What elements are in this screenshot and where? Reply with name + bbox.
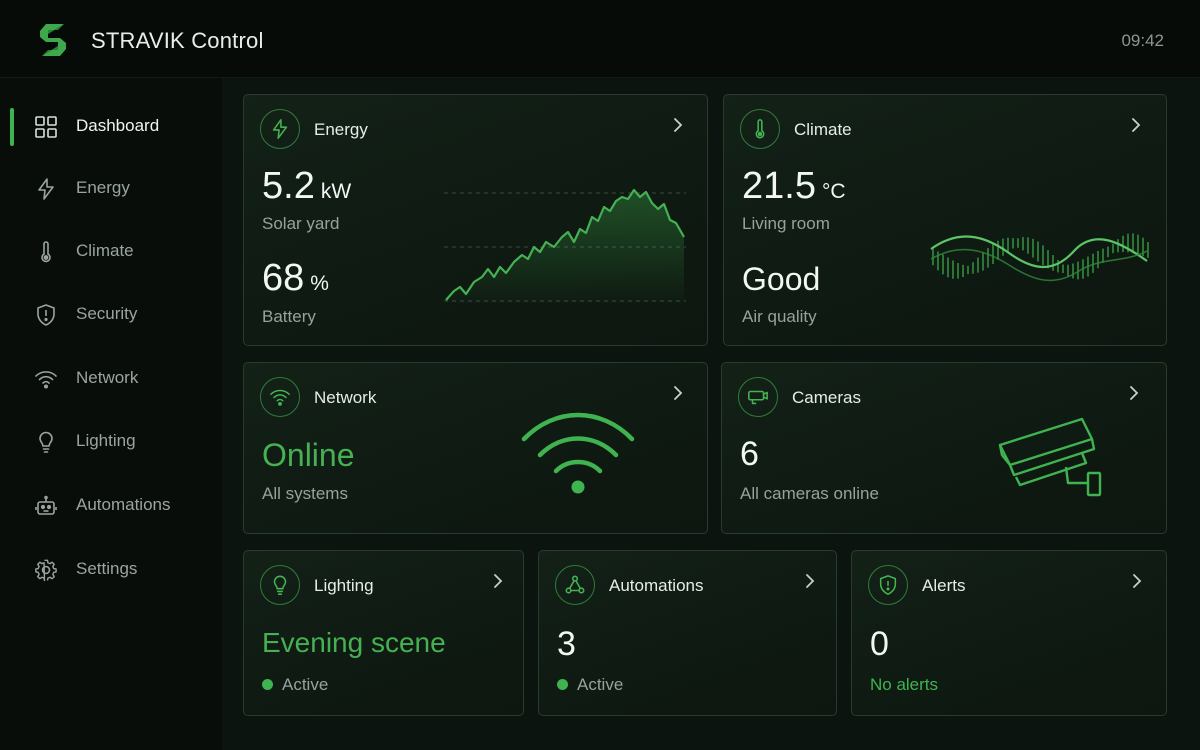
chevron-right-icon[interactable] <box>1129 117 1143 133</box>
automations-status: Active <box>557 675 623 695</box>
card-title: Automations <box>609 576 704 595</box>
clock: 09:42 <box>1121 31 1164 50</box>
chevron-right-icon[interactable] <box>671 117 685 133</box>
energy-card[interactable]: Energy 5.2 kW Solar yard 68% Battery <box>243 94 708 346</box>
alerts-card-icon <box>868 565 908 605</box>
sidebar-item-label: Network <box>76 368 139 387</box>
sidebar-item-network[interactable]: Network <box>0 356 222 400</box>
status-dot <box>262 679 273 690</box>
dashboard-main: Energy 5.2 kW Solar yard 68% Battery Clim… <box>222 78 1200 750</box>
automations-count: 3 <box>557 625 576 663</box>
thermometer-icon <box>755 119 765 139</box>
thermometer-icon <box>41 241 51 263</box>
sidebar-item-settings[interactable]: Settings <box>0 547 222 591</box>
network-card-icon <box>260 377 300 417</box>
sidebar-item-label: Energy <box>76 178 130 197</box>
card-title: Alerts <box>922 576 966 595</box>
air-quality-value: Good <box>742 261 821 297</box>
bolt-icon <box>272 119 288 139</box>
grid-icon <box>35 116 57 138</box>
climate-wave <box>930 233 1149 282</box>
card-title: Network <box>314 388 377 407</box>
energy-sparkline <box>444 188 686 303</box>
chevron-right-icon[interactable] <box>1127 385 1141 401</box>
app-title: STRAVIK Control <box>91 28 264 53</box>
sidebar-item-label: Automations <box>76 495 171 514</box>
camera-icon <box>748 390 768 405</box>
bulb-icon <box>39 431 53 453</box>
climate-card-icon <box>740 109 780 149</box>
alerts-card[interactable]: Alerts 0 No alerts <box>851 550 1167 716</box>
sidebar-item-label: Dashboard <box>76 116 160 135</box>
automations-card[interactable]: Automations 3 Active <box>538 550 837 716</box>
sidebar-item-dashboard[interactable]: Dashboard <box>0 104 222 148</box>
card-title: Climate <box>794 120 852 139</box>
sidebar-item-automations[interactable]: Automations <box>0 483 222 527</box>
sidebar-item-label: Lighting <box>76 431 136 450</box>
top-bar: STRAVIK Control 09:42 <box>0 0 1200 78</box>
stravik-logo <box>40 24 66 56</box>
lighting-card-icon <box>260 565 300 605</box>
air-quality-label: Air quality <box>742 307 817 326</box>
status-dot <box>557 679 568 690</box>
security-camera-illustration-icon <box>998 417 1102 497</box>
chevron-right-icon[interactable] <box>671 385 685 401</box>
energy-card-icon <box>260 109 300 149</box>
sidebar-item-climate[interactable]: Climate <box>0 229 222 273</box>
shield-icon <box>37 304 55 326</box>
chevron-right-icon[interactable] <box>491 573 505 589</box>
network-status: Online <box>262 437 355 473</box>
network-label: All systems <box>262 484 348 503</box>
card-title: Energy <box>314 120 368 139</box>
chevron-right-icon[interactable] <box>803 573 817 589</box>
nodes-icon <box>565 575 585 594</box>
card-title: Lighting <box>314 576 374 595</box>
wifi-illustration-icon <box>521 412 635 494</box>
solar-label: Solar yard <box>262 214 340 233</box>
sidebar-item-label: Climate <box>76 241 134 260</box>
battery-value: 68% <box>262 257 329 299</box>
cameras-count: 6 <box>740 435 759 473</box>
shield-alert-icon <box>879 575 897 595</box>
battery-label: Battery <box>262 307 316 326</box>
sidebar-item-label: Security <box>76 304 138 323</box>
sidebar-item-label: Settings <box>76 559 138 578</box>
active-indicator <box>10 108 14 146</box>
automations-card-icon <box>555 565 595 605</box>
climate-card[interactable]: Climate 21.5 °C Living room Good Air qual… <box>723 94 1167 346</box>
bolt-icon <box>38 178 54 200</box>
lighting-scene: Evening scene <box>262 627 446 658</box>
solar-value: 5.2 kW <box>262 165 352 207</box>
sidebar-item-lighting[interactable]: Lighting <box>0 419 222 463</box>
cameras-label: All cameras online <box>740 484 879 503</box>
sidebar: Dashboard Energy Climate Security Networ… <box>0 78 222 750</box>
cameras-card[interactable]: Cameras 6 All cameras online <box>721 362 1167 534</box>
lighting-status: Active <box>262 675 328 695</box>
sidebar-item-security[interactable]: Security <box>0 292 222 336</box>
gear-icon <box>35 559 57 582</box>
temperature-value: 21.5 °C <box>742 165 846 207</box>
wifi-icon <box>270 389 290 406</box>
robot-icon <box>35 495 57 515</box>
chevron-right-icon[interactable] <box>1130 573 1144 589</box>
lighting-card[interactable]: Lighting Evening scene Active <box>243 550 524 716</box>
sidebar-item-energy[interactable]: Energy <box>0 166 222 210</box>
network-card[interactable]: Network Online All systems <box>243 362 708 534</box>
wifi-icon <box>35 371 57 389</box>
alerts-count: 0 <box>870 625 889 663</box>
temperature-label: Living room <box>742 214 830 233</box>
cameras-card-icon <box>738 377 778 417</box>
card-title: Cameras <box>792 388 861 407</box>
alerts-label: No alerts <box>870 675 939 694</box>
bulb-icon <box>273 575 287 595</box>
